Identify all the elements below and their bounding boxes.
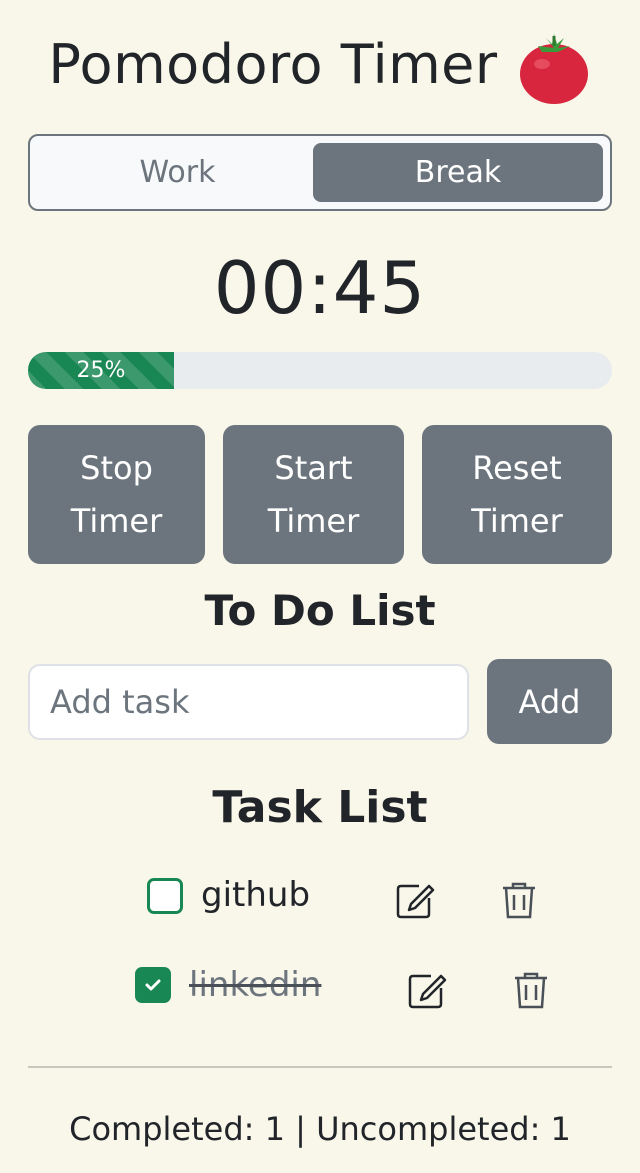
reset-timer-label-line1: Reset [472, 448, 562, 487]
stop-timer-label-line1: Stop [80, 448, 153, 487]
start-timer-label-line1: Start [274, 448, 353, 487]
add-task-button[interactable]: Add [487, 659, 612, 744]
mode-work-button[interactable]: Work [36, 143, 319, 202]
trash-icon[interactable] [511, 970, 551, 1010]
pomodoro-app: Pomodoro Timer Work Break 00:45 25% Stop… [0, 0, 640, 1173]
reset-timer-label-line2: Timer [471, 501, 563, 540]
page-title: Pomodoro Timer [48, 32, 498, 96]
trash-icon[interactable] [499, 880, 539, 920]
header: Pomodoro Timer [0, 24, 640, 104]
progress-label: 25% [76, 358, 126, 383]
task-list-heading: Task List [212, 782, 428, 833]
progress-bar: 25% [28, 352, 612, 389]
stop-timer-button[interactable]: Stop Timer [28, 425, 205, 564]
task-item: github [0, 866, 640, 926]
timer-display: 00:45 [213, 246, 427, 330]
task-item: linkedin [0, 956, 640, 1016]
edit-icon[interactable] [407, 970, 447, 1010]
mode-break-button[interactable]: Break [313, 143, 603, 202]
start-timer-label-line2: Timer [267, 501, 360, 540]
tomato-icon [516, 30, 592, 106]
reset-timer-button[interactable]: Reset Timer [422, 425, 612, 564]
divider [28, 1066, 612, 1068]
start-timer-button[interactable]: Start Timer [223, 425, 404, 564]
task-checkbox[interactable] [135, 967, 171, 1003]
edit-icon[interactable] [395, 880, 435, 920]
task-label: github [201, 875, 311, 915]
progress-fill: 25% [28, 352, 174, 389]
todo-heading: To Do List [204, 586, 436, 635]
mode-toggle: Work Break [28, 134, 612, 211]
add-task-input[interactable] [28, 664, 469, 740]
task-checkbox[interactable] [147, 878, 183, 914]
task-label: linkedin [189, 965, 322, 1005]
task-summary: Completed: 1 | Uncompleted: 1 [69, 1110, 571, 1148]
checkmark-icon [145, 979, 161, 991]
stop-timer-label-line2: Timer [70, 501, 163, 540]
